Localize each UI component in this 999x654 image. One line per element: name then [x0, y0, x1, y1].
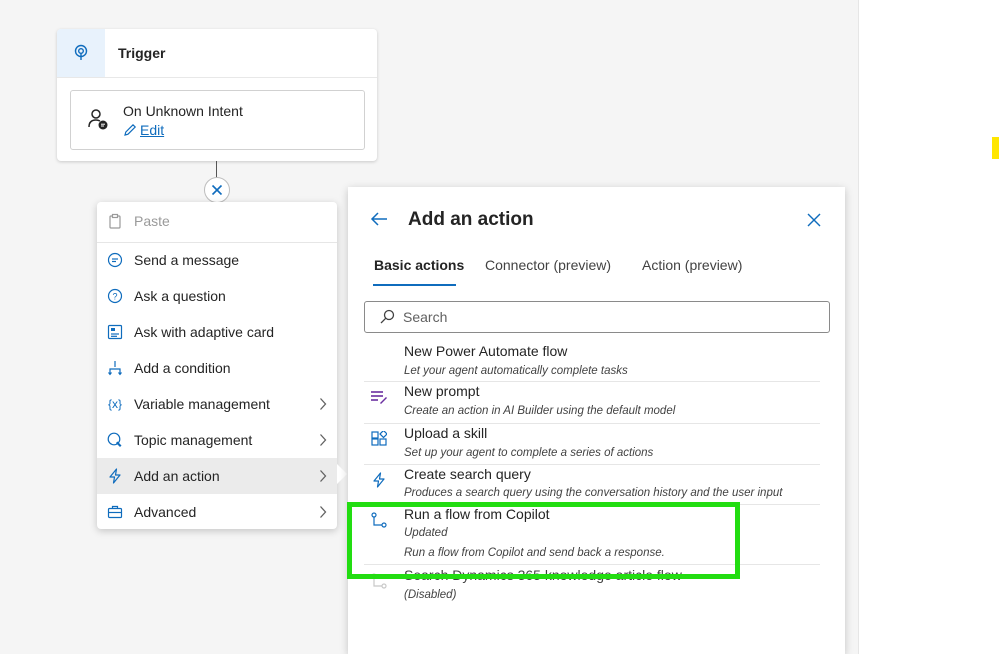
trigger-icon — [57, 29, 105, 77]
toolbox-icon — [106, 503, 124, 521]
skill-icon — [370, 430, 388, 448]
menu-label: Advanced — [134, 504, 197, 520]
menu-label: Add an action — [134, 468, 220, 484]
item-title: New Power Automate flow — [404, 343, 568, 359]
close-menu-button[interactable] — [204, 177, 230, 203]
lightning-icon — [370, 471, 388, 489]
menu-item-adaptive-card[interactable]: Ask with adaptive card — [97, 314, 337, 350]
chevron-right-icon — [320, 434, 327, 446]
menu-item-send-message[interactable]: Send a message — [97, 242, 337, 278]
menu-item-variable-management[interactable]: {x} Variable management — [97, 386, 337, 422]
close-panel-button[interactable] — [807, 213, 821, 232]
item-title: Upload a skill — [404, 425, 488, 441]
chevron-right-icon — [320, 470, 327, 482]
adaptive-card-icon — [106, 323, 124, 341]
menu-label: Ask a question — [134, 288, 226, 304]
item-title: Create search query — [404, 466, 531, 482]
variable-icon: {x} — [106, 395, 124, 413]
panel-title: Add an action — [408, 209, 534, 230]
tab-connector[interactable]: Connector (preview) — [485, 257, 611, 273]
tab-basic-actions[interactable]: Basic actions — [374, 257, 464, 273]
close-icon — [807, 213, 821, 227]
menu-label: Paste — [134, 213, 170, 229]
action-item-power-automate[interactable]: New Power Automate flow Let your agent a… — [364, 343, 820, 382]
arrow-left-icon — [370, 212, 387, 226]
search-input[interactable] — [401, 308, 805, 326]
close-icon — [211, 184, 223, 196]
menu-item-topic-management[interactable]: Topic management — [97, 422, 337, 458]
intent-box[interactable]: On Unknown Intent Edit — [70, 90, 365, 150]
item-status: (Disabled) — [404, 589, 457, 601]
menu-label: Ask with adaptive card — [134, 324, 275, 340]
edit-label: Edit — [140, 122, 165, 138]
item-title: New prompt — [404, 383, 480, 399]
svg-text:{x}: {x} — [108, 397, 122, 411]
trigger-node[interactable]: Trigger On Unknown Intent Edit — [57, 29, 377, 161]
add-action-panel: Add an action Basic actions Connector (p… — [348, 187, 845, 654]
active-tab-indicator — [373, 284, 456, 286]
edit-link[interactable]: Edit — [123, 122, 164, 138]
submenu-pointer — [337, 464, 347, 484]
svg-text:?: ? — [112, 291, 117, 301]
question-icon: ? — [106, 287, 124, 305]
paste-icon — [106, 212, 124, 230]
highlight-annotation — [347, 502, 740, 579]
menu-label: Topic management — [134, 432, 253, 448]
menu-label: Send a message — [134, 252, 240, 268]
action-item-new-prompt[interactable]: New prompt Create an action in AI Builde… — [364, 383, 820, 424]
menu-item-paste[interactable]: Paste — [97, 203, 337, 239]
prompt-icon — [370, 388, 388, 406]
menu-label: Variable management — [134, 396, 270, 412]
menu-item-add-action[interactable]: Add an action — [97, 458, 337, 494]
connector-line — [216, 161, 217, 178]
action-item-upload-skill[interactable]: Upload a skill Set up your agent to comp… — [364, 425, 820, 465]
menu-label: Add a condition — [134, 360, 231, 376]
search-icon — [380, 309, 395, 324]
trigger-header: Trigger — [57, 29, 377, 78]
add-node-menu: Paste Send a message ? Ask a question As… — [97, 202, 337, 529]
topic-icon — [106, 431, 124, 449]
chevron-right-icon — [320, 398, 327, 410]
item-description: Produces a search query using the conver… — [404, 487, 783, 499]
message-icon — [106, 251, 124, 269]
chevron-right-icon — [320, 506, 327, 518]
action-icon — [106, 467, 124, 485]
menu-item-add-condition[interactable]: Add a condition — [97, 350, 337, 386]
search-field[interactable] — [364, 301, 830, 333]
action-item-search-query[interactable]: Create search query Produces a search qu… — [364, 466, 820, 505]
menu-item-ask-question[interactable]: ? Ask a question — [97, 278, 337, 314]
menu-item-advanced[interactable]: Advanced — [97, 494, 337, 530]
person-chat-icon — [87, 108, 109, 135]
item-description: Let your agent automatically complete ta… — [404, 365, 628, 377]
tab-action[interactable]: Action (preview) — [642, 257, 742, 273]
condition-icon — [106, 359, 124, 377]
item-description: Set up your agent to complete a series o… — [404, 447, 654, 459]
pencil-icon — [124, 123, 137, 136]
back-button[interactable] — [370, 211, 388, 232]
yellow-marker — [992, 137, 999, 159]
intent-title: On Unknown Intent — [123, 103, 243, 119]
trigger-title: Trigger — [118, 45, 166, 61]
item-description: Create an action in AI Builder using the… — [404, 405, 676, 417]
